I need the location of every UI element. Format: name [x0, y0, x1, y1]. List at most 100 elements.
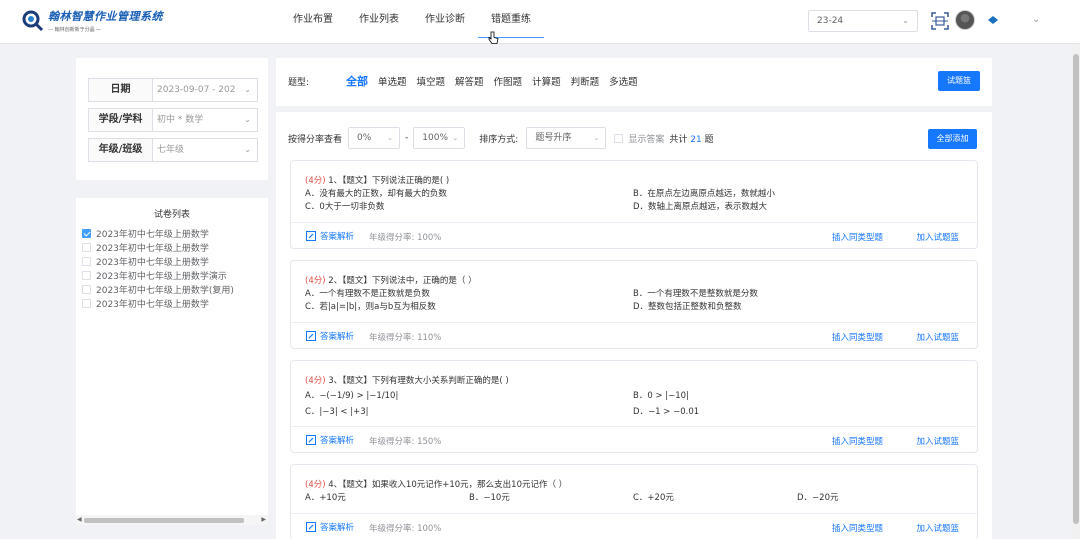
paper-list-item[interactable]: 2023年初中七年级上册数学(复用): [76, 282, 268, 296]
app-logo[interactable]: 翰林智慧作业管理系统 — 翰林创新新于分晶 —: [22, 8, 163, 33]
question-option: B．一个有理数不是整数就是分数: [633, 289, 758, 299]
tab-single-choice[interactable]: 单选题: [378, 74, 407, 89]
tab-answer[interactable]: 解答题: [455, 74, 484, 89]
date-label: 日期: [88, 78, 152, 102]
total-suffix: 题: [704, 134, 714, 145]
logo-icon: [22, 10, 44, 31]
tab-fill-blank[interactable]: 填空题: [417, 74, 446, 89]
tab-calculation[interactable]: 计算题: [532, 74, 561, 89]
nav-homework-assign[interactable]: 作业布置: [280, 0, 346, 44]
total-prefix: 共计: [669, 134, 688, 145]
tab-drawing[interactable]: 作图题: [494, 74, 523, 89]
scroll-left-icon[interactable]: ◀: [77, 515, 82, 525]
school-year-select[interactable]: 23-24 ⌄: [808, 10, 918, 32]
paper-checkbox[interactable]: [82, 242, 91, 252]
user-menu-chevron-icon[interactable]: ⌄: [1032, 14, 1040, 25]
paper-label: 2023年初中七年级上册数学: [96, 299, 209, 310]
paper-list-item[interactable]: 2023年初中七年级上册数学: [76, 296, 268, 310]
paper-list-item[interactable]: 2023年初中七年级上册数学: [76, 254, 268, 268]
question-option: D．−1 > −0.01: [633, 407, 700, 417]
user-avatar[interactable]: [955, 10, 975, 30]
answer-analysis-button[interactable]: 答案解析: [306, 434, 354, 446]
score-max-select[interactable]: 100% ⌄: [413, 127, 466, 149]
answer-analysis-button[interactable]: 答案解析: [306, 230, 354, 242]
question-footer: 答案解析 年级得分率: 100% 插入同类型题 加入试题篮: [291, 222, 977, 248]
paper-checkbox[interactable]: [82, 228, 91, 238]
sort-value: 题号升序: [535, 133, 572, 143]
show-answer-checkbox[interactable]: [614, 133, 624, 143]
paper-list-horizontal-scrollbar[interactable]: ◀ ▶: [76, 515, 268, 525]
question-text: 3、【题文】下列有理数大小关系判断正确的是( ): [325, 376, 509, 386]
paper-label: 2023年初中七年级上册数学: [96, 229, 209, 240]
question-footer: 答案解析 年级得分率: 150% 插入同类型题 加入试题篮: [291, 426, 977, 452]
message-icon[interactable]: [987, 15, 999, 25]
question-card: (4分) 1、【题文】下列说法正确的是( ) A．没有最大的正数，却有最大的负数…: [290, 160, 978, 249]
score-range-separator: -: [405, 133, 409, 143]
add-to-basket-button[interactable]: 加入试题篮: [916, 231, 959, 243]
answer-analysis-button[interactable]: 答案解析: [306, 521, 354, 533]
subject-select[interactable]: 初中 * 数学 ⌄: [152, 108, 258, 132]
add-all-button[interactable]: 全部添加: [928, 129, 977, 149]
question-option: D．−20元: [797, 493, 839, 503]
chevron-down-icon: ⌄: [244, 145, 251, 154]
paper-list-item[interactable]: 2023年初中七年级上册数学: [76, 226, 268, 240]
date-filter-row: 日期 2023-09-07 - 202 ⌄: [88, 78, 258, 102]
question-footer: 答案解析 年级得分率: 100% 插入同类型题 加入试题篮: [291, 513, 977, 539]
date-range-picker[interactable]: 2023-09-07 - 202 ⌄: [152, 78, 258, 102]
grade-select[interactable]: 七年级 ⌄: [152, 138, 258, 162]
question-text: 2、【题文】下列说法中，正确的是（ ）: [325, 276, 477, 286]
insert-similar-button[interactable]: 插入同类型题: [832, 331, 883, 343]
tab-multiple-choice[interactable]: 多选题: [609, 74, 638, 89]
score-max-value: 100%: [422, 133, 448, 143]
mouse-cursor-icon: [488, 31, 499, 44]
chevron-down-icon: ⌄: [452, 134, 459, 142]
grade-score-rate: 年级得分率: 150%: [369, 437, 442, 447]
question-stem: (4分) 4、【题文】如果收入10元记作+10元，那么支出10元记作（ ）: [305, 478, 963, 491]
sort-label: 排序方式:: [479, 134, 519, 145]
question-basket-button[interactable]: 试题篮: [938, 71, 980, 91]
scan-icon[interactable]: [931, 12, 949, 30]
grade-score-rate: 年级得分率: 100%: [369, 524, 442, 534]
answer-analysis-button[interactable]: 答案解析: [306, 330, 354, 342]
question-score: (4分): [305, 376, 326, 386]
insert-similar-button[interactable]: 插入同类型题: [832, 231, 883, 243]
sort-select[interactable]: 题号升序 ⌄: [526, 127, 607, 149]
score-min-select[interactable]: 0% ⌄: [348, 127, 401, 149]
chevron-down-icon: ⌄: [593, 134, 600, 142]
paper-checkbox[interactable]: [82, 256, 91, 266]
add-to-basket-button[interactable]: 加入试题篮: [916, 522, 959, 534]
page-vertical-scrollbar[interactable]: [1072, 44, 1080, 539]
paper-label: 2023年初中七年级上册数学(复用): [96, 285, 234, 296]
tab-true-false[interactable]: 判断题: [571, 74, 600, 89]
scrollbar-thumb[interactable]: [84, 518, 244, 523]
scroll-right-icon[interactable]: ▶: [261, 515, 266, 525]
insert-similar-button[interactable]: 插入同类型题: [832, 522, 883, 534]
paper-list-item[interactable]: 2023年初中七年级上册数学演示: [76, 268, 268, 282]
date-range-value: 2023-09-07 - 202: [157, 85, 236, 95]
question-option: B．在原点左边离原点越远，数就越小: [633, 189, 775, 199]
edit-icon: [306, 522, 316, 532]
nav-homework-list[interactable]: 作业列表: [346, 0, 412, 44]
nav-homework-diagnosis[interactable]: 作业诊断: [412, 0, 478, 44]
paper-checkbox[interactable]: [82, 298, 91, 308]
add-to-basket-button[interactable]: 加入试题篮: [916, 435, 959, 447]
top-header: 翰林智慧作业管理系统 — 翰林创新新于分晶 — 作业布置 作业列表 作业诊断 错…: [0, 0, 1080, 44]
app-subtitle: — 翰林创新新于分晶 —: [48, 27, 102, 33]
paper-checkbox[interactable]: [82, 284, 91, 294]
paper-checkbox[interactable]: [82, 270, 91, 280]
question-card: (4分) 2、【题文】下列说法中，正确的是（ ） A．一个有理数不是正数就是负数…: [290, 260, 978, 349]
question-stem: (4分) 1、【题文】下列说法正确的是( ): [305, 174, 963, 187]
add-to-basket-button[interactable]: 加入试题篮: [916, 331, 959, 343]
subject-filter-row: 学段/学科 初中 * 数学 ⌄: [88, 108, 258, 132]
insert-similar-button[interactable]: 插入同类型题: [832, 435, 883, 447]
paper-list-item[interactable]: 2023年初中七年级上册数学: [76, 240, 268, 254]
question-text: 4、【题文】如果收入10元记作+10元，那么支出10元记作（ ）: [325, 480, 568, 490]
total-number: 21: [690, 134, 702, 145]
paper-list-panel: 试卷列表 2023年初中七年级上册数学 2023年初中七年级上册数学 2023年…: [76, 198, 268, 525]
scrollbar-thumb[interactable]: [1073, 54, 1079, 524]
options-row: 按得分率查看 0% ⌄ - 100% ⌄ 排序方式: 题号升序 ⌄ 显示答案 共计 2…: [288, 127, 988, 149]
tab-all[interactable]: 全部: [346, 73, 368, 89]
question-type-bar: 题型: 全部 单选题 填空题 解答题 作图题 计算题 判断题 多选题 试题篮: [276, 58, 992, 106]
question-option: B．0 > |−10|: [633, 391, 689, 401]
chevron-down-icon: ⌄: [902, 16, 909, 25]
